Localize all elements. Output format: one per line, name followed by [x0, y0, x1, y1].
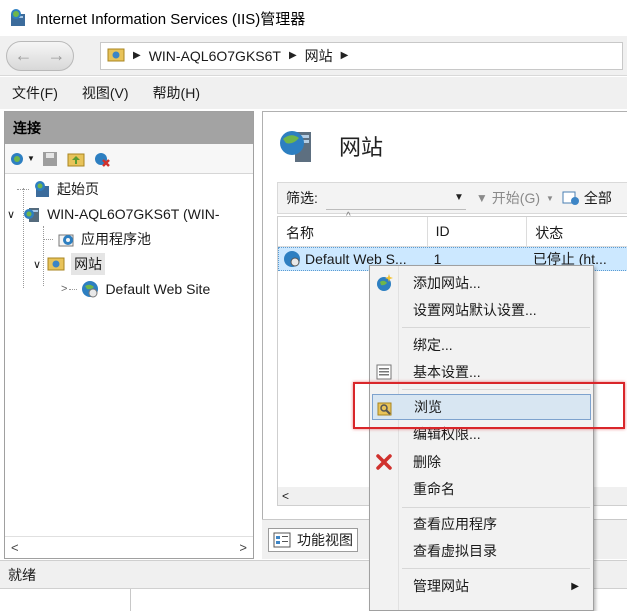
app-pool-icon	[57, 230, 75, 248]
page-title: 网站	[339, 135, 384, 160]
nav-buttons: ← →	[6, 40, 74, 71]
menu-view[interactable]: 视图(V)	[82, 83, 129, 103]
breadcrumb-separator-icon[interactable]: ▶	[133, 50, 141, 61]
dropdown-arrow-icon[interactable]: ▼	[454, 192, 464, 203]
stopped-site-icon	[284, 251, 300, 267]
menu-item-delete[interactable]: 删除	[372, 449, 591, 475]
scroll-left-icon[interactable]: <	[11, 540, 19, 555]
expand-chevron-icon[interactable]: >	[61, 283, 67, 295]
address-bar: ← → ▶ WIN-AQL6O7GKS6T ▶ 网站 ▶	[0, 36, 627, 76]
tree-default-site[interactable]: > Default Web Site	[61, 278, 210, 300]
server-icon	[23, 205, 41, 223]
connect-icon[interactable]	[9, 150, 27, 168]
sites-folder-icon	[47, 255, 65, 273]
window-title: Internet Information Services (IIS)管理器	[36, 10, 306, 28]
connections-tree: 起始页 ∨ WIN-AQL6O7GKS6T (WIN- 应用程序池 ∨ 网站 >	[5, 174, 253, 530]
column-header-name[interactable]: ^ 名称	[278, 211, 428, 246]
globe-icon	[81, 280, 99, 298]
scroll-right-icon[interactable]: >	[239, 540, 247, 555]
delete-x-icon	[375, 453, 393, 471]
connections-header: 连接	[5, 112, 253, 144]
page-header: 网站	[277, 126, 383, 166]
breadcrumb-separator-icon[interactable]: ▶	[341, 50, 349, 61]
submenu-arrow-icon: ▶	[571, 580, 579, 592]
left-horizontal-scrollbar[interactable]: < >	[5, 536, 253, 558]
tab-features-view[interactable]: 功能视图	[268, 528, 358, 552]
collapse-chevron-icon[interactable]: ∨	[33, 258, 41, 271]
tree-app-pools[interactable]: 应用程序池	[43, 228, 151, 250]
menu-item-bindings[interactable]: 绑定...	[372, 332, 591, 358]
menu-help[interactable]: 帮助(H)	[153, 83, 200, 103]
context-menu: 添加网站... 设置网站默认设置... 绑定... 基本设置... 浏览 编辑权…	[369, 265, 594, 611]
breadcrumb[interactable]: ▶ WIN-AQL6O7GKS6T ▶ 网站 ▶	[100, 41, 623, 70]
tree-sites[interactable]: ∨ 网站	[33, 253, 106, 275]
filter-bar: 筛选: ▼ ▼ 开始(G) ▼ 全部	[277, 182, 627, 214]
menu-item-rename[interactable]: 重命名	[372, 476, 591, 502]
title-bar: Internet Information Services (IIS)管理器	[0, 0, 627, 36]
forward-arrow-icon[interactable]: →	[48, 45, 66, 66]
add-site-icon	[375, 274, 393, 292]
column-header-id[interactable]: ID	[428, 217, 528, 246]
back-arrow-icon[interactable]: ←	[15, 45, 33, 66]
show-all-button[interactable]: 全部	[562, 188, 612, 208]
basic-settings-icon	[375, 363, 393, 381]
breadcrumb-separator-icon[interactable]: ▶	[289, 50, 297, 61]
iis-manager-icon	[8, 7, 30, 29]
tree-start-page[interactable]: 起始页	[17, 178, 99, 200]
connections-toolbar: ▼	[5, 144, 253, 174]
menu-bar: 文件(F) 视图(V) 帮助(H)	[0, 77, 627, 109]
collapse-chevron-icon[interactable]: ∨	[7, 208, 15, 221]
menu-item-add-site[interactable]: 添加网站...	[372, 270, 591, 296]
folder-icon	[107, 46, 125, 65]
filter-label: 筛选:	[286, 190, 318, 206]
dropdown-arrow-icon: ▼	[546, 193, 554, 203]
menu-item-view-virtual-dirs[interactable]: 查看虚拟目录	[372, 538, 591, 564]
menu-item-manage-site[interactable]: 管理网站 ▶	[372, 573, 591, 599]
menu-item-set-defaults[interactable]: 设置网站默认设置...	[372, 297, 591, 323]
grid-header: ^ 名称 ID 状态	[278, 211, 627, 247]
status-text: 就绪	[8, 566, 36, 583]
show-all-icon	[562, 191, 579, 205]
breadcrumb-sites[interactable]: 网站	[305, 46, 333, 66]
start-page-icon	[33, 180, 51, 198]
up-folder-icon[interactable]	[67, 150, 85, 168]
save-icon[interactable]	[41, 150, 59, 168]
connections-pane: 连接 ▼ 起始页 ∨ WIN-AQL6O7GKS6T (WIN- 应用程序池 ∨…	[4, 111, 254, 559]
scroll-left-icon[interactable]: <	[282, 489, 289, 503]
highlight-annotation-box	[353, 382, 625, 429]
column-header-status[interactable]: 状态	[527, 217, 627, 246]
go-button[interactable]: ▼ 开始(G) ▼	[476, 188, 554, 208]
breadcrumb-server[interactable]: WIN-AQL6O7GKS6T	[149, 48, 281, 64]
sites-server-icon	[277, 126, 321, 166]
filter-input[interactable]: ▼	[325, 186, 466, 210]
disconnect-icon[interactable]	[93, 150, 111, 168]
features-view-icon	[273, 532, 291, 548]
menu-file[interactable]: 文件(F)	[12, 83, 58, 103]
dropdown-arrow-icon[interactable]: ▼	[27, 154, 35, 163]
funnel-icon: ▼	[475, 191, 488, 205]
tree-server[interactable]: ∨ WIN-AQL6O7GKS6T (WIN-	[7, 203, 220, 225]
menu-item-view-applications[interactable]: 查看应用程序	[372, 511, 591, 537]
sort-ascending-icon: ^	[346, 211, 351, 222]
